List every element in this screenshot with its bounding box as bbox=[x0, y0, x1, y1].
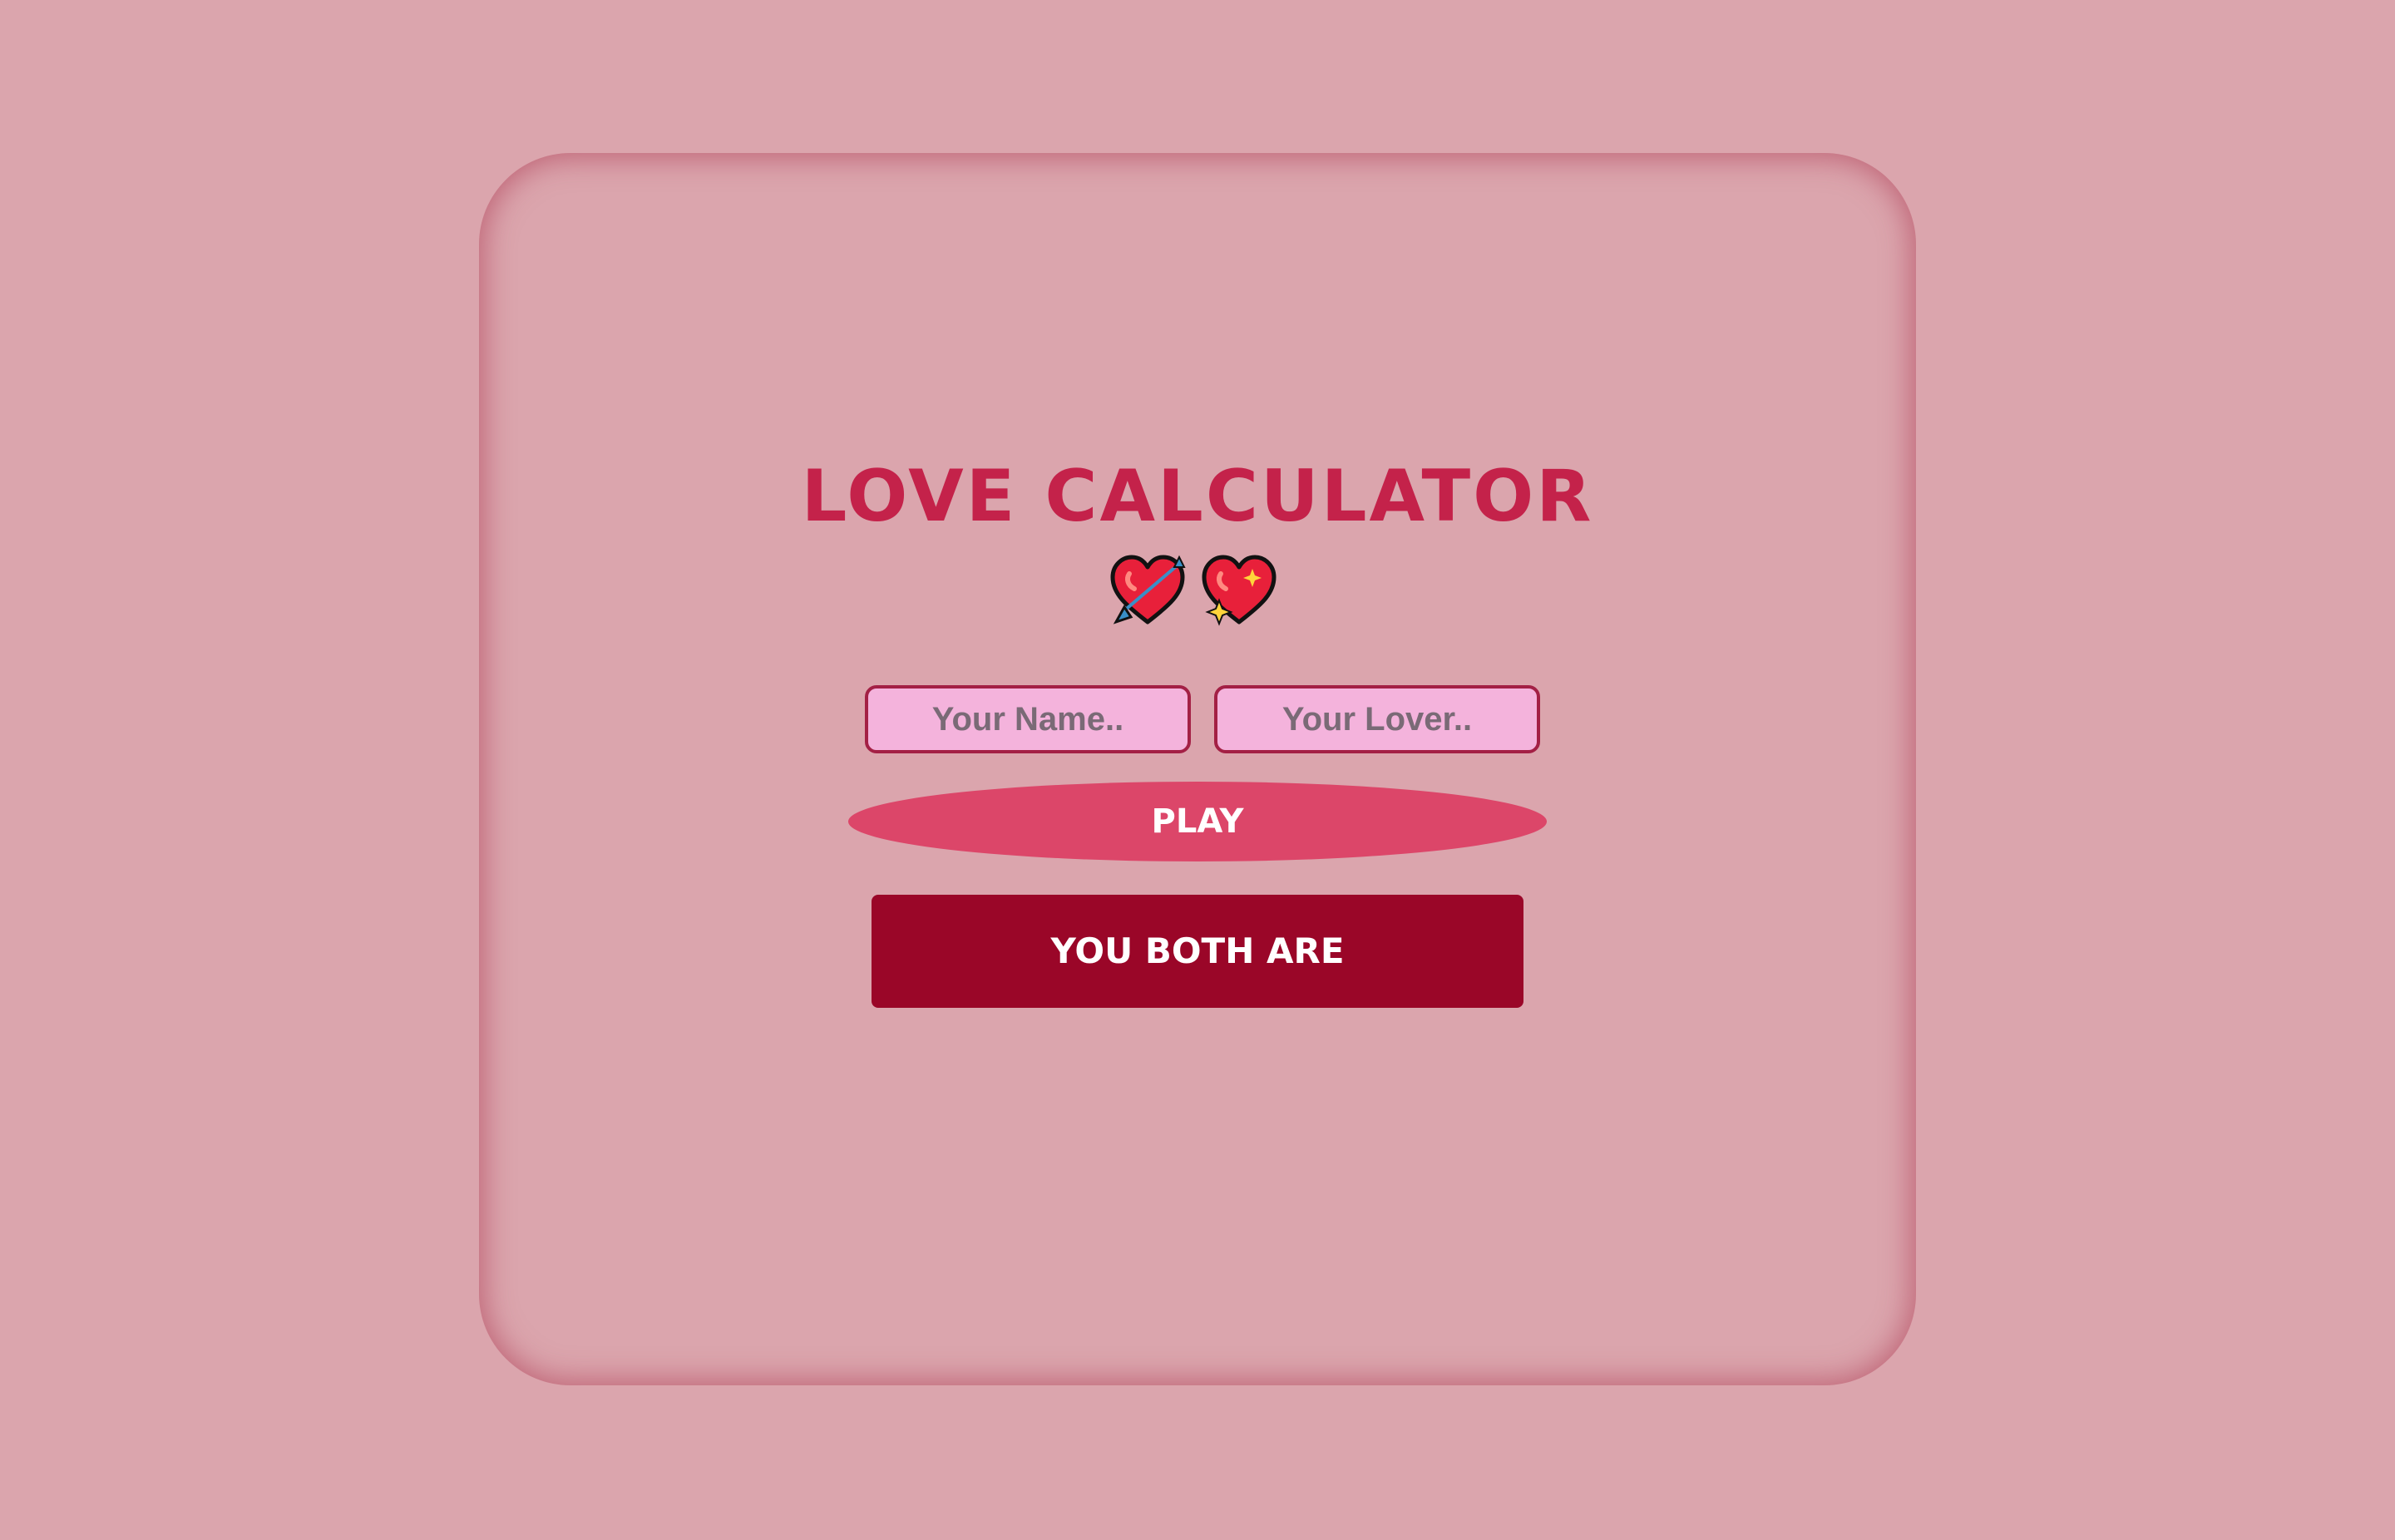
your-lover-input[interactable] bbox=[1214, 685, 1540, 753]
main-card bbox=[479, 153, 1916, 1385]
sparkling-heart-icon bbox=[1202, 555, 1277, 626]
heart-with-arrow-icon bbox=[1110, 555, 1186, 624]
play-button[interactable]: PLAY bbox=[848, 782, 1547, 861]
page-title: LOVE CALCULATOR bbox=[801, 455, 1594, 538]
hearts-row bbox=[1108, 552, 1287, 632]
your-name-input[interactable] bbox=[865, 685, 1191, 753]
result-box: YOU BOTH ARE bbox=[872, 895, 1523, 1008]
